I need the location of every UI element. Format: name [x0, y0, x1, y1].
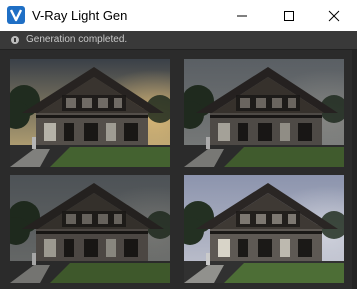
minimize-button[interactable] — [219, 0, 265, 31]
scrollbar-track[interactable] — [352, 50, 357, 289]
status-text: Generation completed. — [26, 34, 128, 45]
close-icon — [328, 10, 340, 22]
window-title: V-Ray Light Gen — [32, 8, 128, 23]
thumbnail-gallery — [0, 50, 357, 289]
status-bar: Generation completed. — [0, 31, 357, 50]
vray-logo-icon — [7, 6, 25, 24]
maximize-icon — [284, 11, 294, 21]
maximize-button[interactable] — [266, 0, 312, 31]
thumbnail-dusk[interactable] — [10, 175, 170, 283]
thumbnail-overcast[interactable] — [184, 59, 344, 167]
close-button[interactable] — [311, 0, 357, 31]
thumbnail-daylight[interactable] — [184, 175, 344, 283]
minimize-icon — [237, 15, 247, 17]
info-icon — [11, 36, 19, 44]
thumbnail-sunset[interactable] — [10, 59, 170, 167]
title-bar[interactable]: V-Ray Light Gen — [0, 0, 357, 31]
